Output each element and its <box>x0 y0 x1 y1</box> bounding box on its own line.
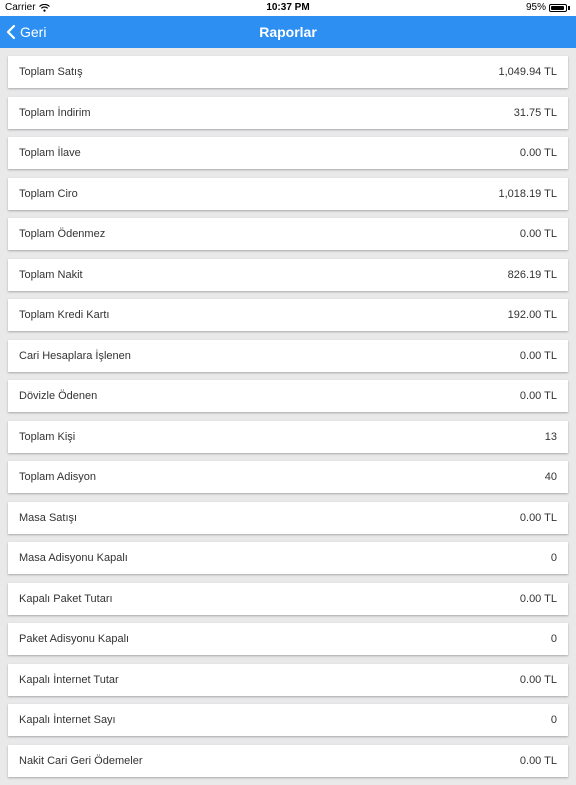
report-value: 40 <box>544 471 557 483</box>
report-label: Masa Satışı <box>19 511 78 524</box>
report-value: 826.19 TL <box>507 268 557 281</box>
battery-percent: 95% <box>525 2 546 13</box>
report-value: 0.00 TL <box>519 228 557 240</box>
list-item[interactable]: Toplam Kredi Kartı 192.00 TL <box>8 299 568 331</box>
navigation-bar: Geri Raporlar <box>0 16 576 48</box>
report-label: Toplam Kredi Kartı <box>19 309 110 321</box>
list-item[interactable]: Toplam İndirim 31.75 TL <box>8 96 568 129</box>
clock: 10:37 PM <box>266 2 310 13</box>
list-item[interactable]: Toplam İlave 0.00 TL <box>8 137 568 169</box>
list-item[interactable]: Cari Hesaplara İşlenen 0.00 TL <box>8 339 568 372</box>
report-value: 0.00 TL <box>519 754 557 767</box>
report-label: Nakit Cari Geri Ödemeler <box>19 754 143 767</box>
report-value: 0 <box>550 552 557 564</box>
list-item[interactable]: Paket Adisyonu Kapalı 0 <box>8 623 568 655</box>
report-value: 0.00 TL <box>519 511 557 524</box>
report-label: Toplam Satış <box>19 66 83 78</box>
battery-fill <box>551 5 565 10</box>
report-value: 0 <box>550 714 557 726</box>
report-label: Cari Hesaplara İşlenen <box>19 349 131 362</box>
report-value: 192.00 TL <box>507 309 557 321</box>
page-title: Raporlar <box>259 24 317 40</box>
report-label: Toplam Ödenmez <box>19 228 106 240</box>
report-value: 0.00 TL <box>519 349 557 362</box>
report-value: 1,018.19 TL <box>498 187 557 200</box>
list-item[interactable]: Toplam Adisyon 40 <box>8 461 568 493</box>
report-label: Paket Adisyonu Kapalı <box>19 633 130 645</box>
list-item[interactable]: Masa Adisyonu Kapalı 0 <box>8 542 568 574</box>
report-label: Kapalı İnternet Sayı <box>19 714 116 726</box>
report-label: Toplam İlave <box>19 147 81 159</box>
list-item[interactable]: Nakit Cari Geri Ödemeler 0.00 TL <box>8 744 568 777</box>
report-label: Dövizle Ödenen <box>19 390 98 402</box>
list-item[interactable]: Toplam Ödenmez 0.00 TL <box>8 218 568 250</box>
report-value: 13 <box>544 430 557 443</box>
report-value: 0.00 TL <box>519 673 557 686</box>
battery-icon <box>549 3 567 12</box>
report-label: Toplam Adisyon <box>19 471 97 483</box>
list-item[interactable]: Toplam Ciro 1,018.19 TL <box>8 177 568 210</box>
report-label: Masa Adisyonu Kapalı <box>19 552 128 564</box>
list-item[interactable]: Dövizle Ödenen 0.00 TL <box>8 380 568 412</box>
report-list[interactable]: Toplam Satış 1,049.94 TL Toplam İndirim 31.… <box>8 56 568 785</box>
report-value: 0.00 TL <box>519 147 557 159</box>
list-item[interactable]: Kapalı Paket Tutarı 0.00 TL <box>8 582 568 615</box>
report-value: 0 <box>550 633 557 645</box>
battery-indicator: 95% <box>526 2 570 13</box>
list-item[interactable]: Toplam Kişi 13 <box>8 420 568 453</box>
report-value: 0.00 TL <box>519 390 557 402</box>
list-item[interactable]: Toplam Nakit 826.19 TL <box>8 258 568 291</box>
status-bar: Carrier 10:37 PM 95% <box>0 0 576 16</box>
report-value: 31.75 TL <box>513 106 557 119</box>
report-label: Toplam Kişi <box>19 430 76 443</box>
list-item[interactable]: Kapalı İnternet Tutar 0.00 TL <box>8 663 568 696</box>
report-label: Kapalı Paket Tutarı <box>19 592 113 605</box>
report-value: 1,049.94 TL <box>498 66 557 78</box>
battery-tip <box>568 5 570 10</box>
report-value: 0.00 TL <box>519 592 557 605</box>
report-label: Toplam Ciro <box>19 187 78 200</box>
report-label: Toplam İndirim <box>19 106 91 119</box>
list-item[interactable]: Toplam Satış 1,049.94 TL <box>8 56 568 88</box>
report-label: Kapalı İnternet Tutar <box>19 673 119 686</box>
list-item[interactable]: Masa Satışı 0.00 TL <box>8 501 568 534</box>
list-item[interactable]: Kapalı İnternet Sayı 0 <box>8 704 568 736</box>
report-label: Toplam Nakit <box>19 268 83 281</box>
